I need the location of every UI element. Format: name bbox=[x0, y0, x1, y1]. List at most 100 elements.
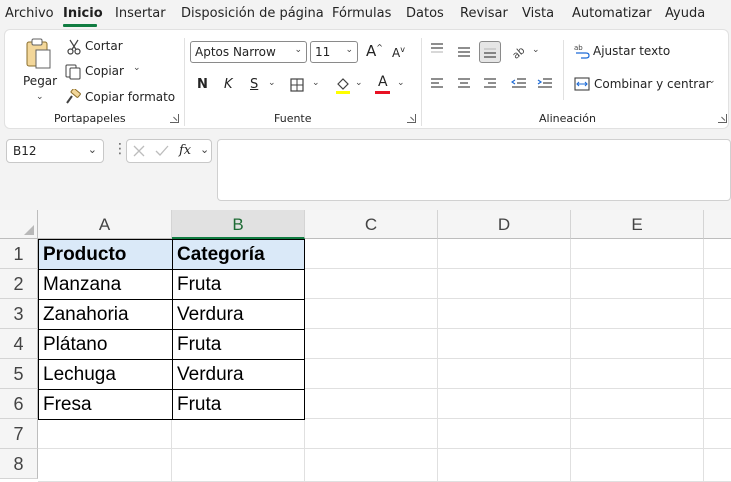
tab-insertar[interactable]: Insertar bbox=[115, 6, 166, 21]
cell[interactable] bbox=[571, 359, 704, 389]
row-header-4[interactable]: 4 bbox=[0, 329, 38, 359]
text-orientation-icon[interactable]: ab bbox=[510, 43, 528, 59]
bold-button[interactable]: N bbox=[197, 77, 208, 92]
cell[interactable] bbox=[438, 389, 571, 419]
copy-button[interactable]: Copiar ⌄ bbox=[65, 63, 149, 83]
cell[interactable] bbox=[305, 419, 438, 449]
column-header-f-partial[interactable] bbox=[704, 210, 731, 239]
enter-check-icon[interactable] bbox=[155, 145, 169, 157]
cut-button[interactable]: Cortar bbox=[67, 38, 147, 58]
font-name-combo[interactable]: Aptos Narrow ⌄ bbox=[190, 41, 307, 63]
font-color-chevron-icon[interactable]: ⌄ bbox=[397, 78, 405, 88]
cell[interactable] bbox=[704, 419, 731, 449]
table-cell-producto[interactable]: Plátano bbox=[38, 329, 173, 360]
orientation-chevron-icon[interactable]: ⌄ bbox=[532, 45, 540, 55]
cell[interactable] bbox=[571, 329, 704, 359]
align-left-icon[interactable] bbox=[430, 78, 444, 90]
row-header-5[interactable]: 5 bbox=[0, 359, 38, 389]
column-header-e[interactable]: E bbox=[571, 210, 704, 239]
row-header-2[interactable]: 2 bbox=[0, 269, 38, 299]
fill-color-chevron-icon[interactable]: ⌄ bbox=[355, 78, 363, 88]
italic-button[interactable]: K bbox=[224, 77, 233, 92]
cell[interactable] bbox=[704, 299, 731, 329]
cell[interactable] bbox=[571, 299, 704, 329]
underline-button[interactable]: S bbox=[250, 77, 258, 92]
cell[interactable] bbox=[704, 239, 731, 269]
decrease-font-size-button[interactable]: Av bbox=[392, 45, 405, 60]
cell[interactable] bbox=[305, 329, 438, 359]
tab-disposicion-de-pagina[interactable]: Disposición de página bbox=[181, 6, 324, 21]
cell[interactable] bbox=[704, 269, 731, 299]
copy-dropdown-chevron-icon[interactable]: ⌄ bbox=[133, 63, 141, 73]
cell[interactable] bbox=[571, 269, 704, 299]
cell[interactable] bbox=[704, 389, 731, 419]
row-header-8[interactable]: 8 bbox=[0, 449, 38, 479]
table-cell-categoria[interactable]: Verdura bbox=[172, 359, 305, 390]
underline-chevron-icon[interactable]: ⌄ bbox=[268, 78, 276, 88]
cell[interactable] bbox=[305, 389, 438, 419]
format-painter-button[interactable]: Copiar formato bbox=[65, 89, 175, 109]
align-bottom-button[interactable] bbox=[479, 41, 501, 63]
fx-chevron-icon[interactable]: ⌄ bbox=[200, 143, 209, 156]
tab-automatizar[interactable]: Automatizar bbox=[572, 6, 652, 21]
table-header-cell-producto[interactable]: Producto bbox=[38, 239, 173, 270]
cell[interactable] bbox=[438, 269, 571, 299]
merge-center-button[interactable]: Combinar y centrar ⌄ bbox=[574, 75, 724, 95]
table-cell-producto[interactable]: Manzana bbox=[38, 269, 173, 300]
table-cell-categoria[interactable]: Fruta bbox=[172, 329, 305, 360]
cell[interactable] bbox=[305, 299, 438, 329]
column-header-b[interactable]: B bbox=[172, 210, 305, 239]
tab-inicio[interactable]: Inicio bbox=[63, 6, 103, 21]
increase-font-size-button[interactable]: A^ bbox=[366, 42, 383, 60]
cell[interactable] bbox=[305, 359, 438, 389]
cell[interactable] bbox=[438, 299, 571, 329]
align-center-icon[interactable] bbox=[457, 78, 471, 90]
tab-datos[interactable]: Datos bbox=[406, 6, 444, 21]
table-header-cell-categoria[interactable]: Categoría bbox=[172, 239, 305, 270]
cell[interactable] bbox=[305, 239, 438, 269]
row-header-6[interactable]: 6 bbox=[0, 389, 38, 419]
tab-vista[interactable]: Vista bbox=[522, 6, 554, 21]
cell[interactable] bbox=[438, 419, 571, 449]
fill-color-icon[interactable] bbox=[335, 76, 351, 94]
insert-function-icon[interactable]: fx bbox=[179, 143, 191, 158]
cell[interactable] bbox=[38, 449, 172, 482]
align-middle-icon[interactable] bbox=[457, 46, 471, 58]
cancel-icon[interactable] bbox=[133, 145, 145, 157]
borders-chevron-icon[interactable]: ⌄ bbox=[312, 78, 320, 88]
wrap-text-button[interactable]: ab Ajustar texto bbox=[574, 42, 674, 62]
paste-button[interactable]: Pegar ⌄ bbox=[15, 36, 63, 108]
row-header-3[interactable]: 3 bbox=[0, 299, 38, 329]
formula-input[interactable] bbox=[217, 139, 731, 201]
select-all-button[interactable] bbox=[0, 210, 38, 239]
borders-icon[interactable] bbox=[290, 78, 304, 92]
table-cell-categoria[interactable]: Fruta bbox=[172, 389, 305, 420]
cell[interactable] bbox=[305, 269, 438, 299]
tab-formulas[interactable]: Fórmulas bbox=[332, 6, 391, 21]
column-header-c[interactable]: C bbox=[305, 210, 438, 239]
table-cell-producto[interactable]: Zanahoria bbox=[38, 299, 173, 330]
font-dialog-launcher-icon[interactable] bbox=[407, 114, 416, 123]
name-box[interactable]: B12 ⌄ bbox=[6, 139, 104, 163]
tab-revisar[interactable]: Revisar bbox=[460, 6, 508, 21]
cell[interactable] bbox=[571, 239, 704, 269]
align-right-icon[interactable] bbox=[483, 78, 497, 90]
more-options-icon[interactable]: ⋮ bbox=[113, 141, 127, 157]
cell[interactable] bbox=[38, 419, 172, 449]
cell[interactable] bbox=[704, 449, 731, 482]
paste-dropdown-chevron-icon[interactable]: ⌄ bbox=[36, 92, 44, 102]
cell[interactable] bbox=[438, 359, 571, 389]
font-color-button[interactable]: A bbox=[375, 74, 391, 94]
table-cell-producto[interactable]: Fresa bbox=[38, 389, 173, 420]
align-top-icon[interactable] bbox=[430, 43, 444, 55]
column-header-d[interactable]: D bbox=[438, 210, 571, 239]
alignment-dialog-launcher-icon[interactable] bbox=[718, 114, 727, 123]
tab-archivo[interactable]: Archivo bbox=[5, 6, 54, 21]
cell[interactable] bbox=[438, 329, 571, 359]
clipboard-dialog-launcher-icon[interactable] bbox=[170, 114, 179, 123]
cell[interactable] bbox=[438, 239, 571, 269]
cell[interactable] bbox=[571, 389, 704, 419]
cell[interactable] bbox=[172, 449, 305, 482]
cell[interactable] bbox=[704, 329, 731, 359]
cell[interactable] bbox=[704, 359, 731, 389]
